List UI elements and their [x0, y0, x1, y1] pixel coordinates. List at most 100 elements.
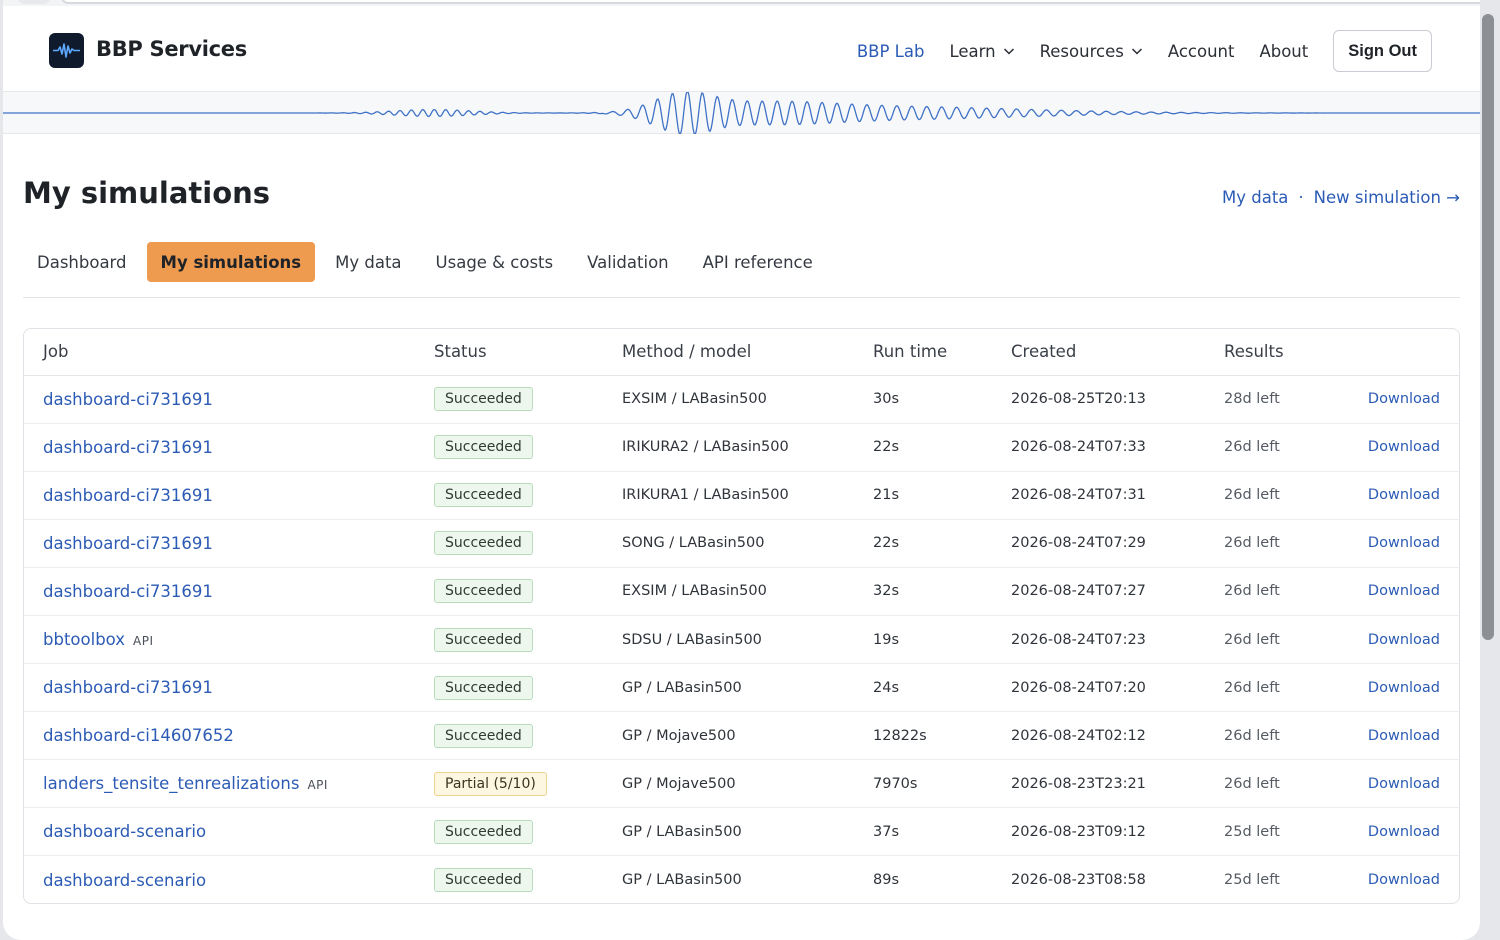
results-cell: 26d left [1224, 423, 1344, 472]
download-link[interactable]: Download [1368, 728, 1440, 744]
created-cell: 2026-08-24T07:31 [1011, 471, 1224, 520]
api-tag: API [307, 778, 328, 793]
job-link[interactable]: dashboard-scenario [43, 871, 206, 890]
job-link[interactable]: dashboard-ci731691 [43, 678, 213, 697]
nav-bbp-lab[interactable]: BBP Lab [857, 42, 925, 61]
run-time-cell: 21s [873, 471, 1011, 520]
method-model-cell: GP / Mojave500 [622, 759, 873, 809]
download-link[interactable]: Download [1368, 680, 1440, 696]
method-model-cell: IRIKURA1 / LABasin500 [622, 471, 873, 520]
job-link[interactable]: dashboard-ci731691 [43, 486, 213, 505]
my-data-link[interactable]: My data [1222, 188, 1288, 207]
job-link[interactable]: landers_tensite_tenrealizations [43, 774, 299, 793]
divider [23, 297, 1460, 298]
created-cell: 2026-08-23T08:58 [1011, 872, 1146, 889]
run-time-cell: 89s [873, 872, 900, 889]
status-badge: Succeeded [434, 675, 533, 700]
created-cell: 2026-08-24T07:20 [1011, 663, 1224, 713]
brand-name[interactable]: BBP Services [96, 37, 247, 61]
table-row[interactable]: dashboard-scenario Succeeded GP / LABasin5… [24, 856, 1459, 903]
nav-learn[interactable]: Learn [949, 42, 1014, 61]
download-link[interactable]: Download [1368, 487, 1440, 503]
table-row[interactable]: dashboard-scenario Succeeded GP / LABasin5… [24, 807, 1459, 857]
table-row[interactable]: bbtoolbox API Succeeded SDSU / LABasin500 19… [24, 615, 1459, 665]
chevron-down-icon [1131, 48, 1142, 55]
download-link[interactable]: Download [1368, 583, 1440, 599]
status-badge: Succeeded [434, 435, 533, 460]
column-header-method[interactable]: Method / model [622, 329, 873, 376]
main-nav: BBP Lab Learn Resources Account About Si… [832, 30, 1432, 72]
status-badge: Partial (5/10) [434, 771, 547, 796]
logo-icon[interactable] [49, 33, 84, 68]
created-cell: 2026-08-23T23:21 [1011, 759, 1224, 809]
job-link[interactable]: bbtoolbox [43, 630, 125, 649]
table-row[interactable]: dashboard-ci731691 Succeeded EXSIM / LABas… [24, 567, 1459, 616]
results-cell: 28d left [1224, 375, 1344, 424]
page-scrollbar[interactable] [1482, 14, 1494, 640]
table-row[interactable]: landers_tensite_tenrealizations API Partia… [24, 759, 1459, 809]
created-cell: 2026-08-24T02:12 [1011, 711, 1224, 761]
browser-button[interactable] [17, 0, 51, 4]
results-cell: 26d left [1224, 615, 1344, 665]
column-header-status[interactable]: Status [434, 329, 622, 376]
nav-label: Account [1167, 41, 1235, 61]
job-link[interactable]: dashboard-ci731691 [43, 438, 213, 457]
status-badge: Succeeded [434, 531, 533, 556]
results-cell: 25d left [1224, 872, 1280, 889]
download-link[interactable]: Download [1368, 872, 1440, 888]
results-cell: 26d left [1224, 663, 1344, 713]
chevron-down-icon [1003, 48, 1014, 55]
nav-label: About [1259, 41, 1309, 61]
nav-about[interactable]: About [1259, 42, 1308, 61]
table-row[interactable]: dashboard-ci14607652 Succeeded GP / Mojave… [24, 711, 1459, 761]
table-row[interactable]: dashboard-ci731691 Succeeded EXSIM / LABas… [24, 375, 1459, 424]
download-link[interactable]: Download [1368, 824, 1440, 840]
nav-account[interactable]: Account [1168, 42, 1235, 61]
tab-api-reference[interactable]: API reference [689, 242, 827, 282]
download-link[interactable]: Download [1368, 535, 1440, 551]
run-time-cell: 37s [873, 807, 1011, 857]
download-link[interactable]: Download [1368, 776, 1440, 792]
tab-dashboard[interactable]: Dashboard [23, 242, 141, 282]
job-link[interactable]: dashboard-ci731691 [43, 534, 213, 553]
column-header-created[interactable]: Created [1011, 329, 1224, 376]
job-link[interactable]: dashboard-scenario [43, 822, 206, 841]
created-cell: 2026-08-23T09:12 [1011, 807, 1224, 857]
table-row[interactable]: dashboard-ci731691 Succeeded IRIKURA2 / LA… [24, 423, 1459, 472]
seismogram-wave-icon [3, 90, 1480, 136]
nav-label: BBP Lab [856, 41, 925, 61]
results-cell: 26d left [1224, 567, 1344, 616]
method-model-cell: IRIKURA2 / LABasin500 [622, 423, 873, 472]
simulations-table: Job Status Method / model Run time Creat… [23, 328, 1460, 904]
page-title: My simulations [23, 176, 271, 210]
nav-resources[interactable]: Resources [1040, 42, 1143, 61]
sign-out-button[interactable]: Sign Out [1333, 30, 1432, 72]
tab-validation[interactable]: Validation [573, 242, 682, 282]
job-link[interactable]: dashboard-ci14607652 [43, 726, 234, 745]
column-header-run-time[interactable]: Run time [873, 329, 1011, 376]
table-row[interactable]: dashboard-ci731691 Succeeded IRIKURA1 / LA… [24, 471, 1459, 520]
address-bar[interactable] [61, 0, 1480, 4]
tab-my-data[interactable]: My data [321, 242, 415, 282]
download-link[interactable]: Download [1368, 391, 1440, 407]
run-time-cell: 19s [873, 615, 1011, 665]
results-cell: 25d left [1224, 807, 1344, 857]
download-link[interactable]: Download [1368, 439, 1440, 455]
download-link[interactable]: Download [1368, 632, 1440, 648]
link-separator: · [1298, 188, 1304, 207]
method-model-cell: EXSIM / LABasin500 [622, 567, 873, 616]
table-header-row: Job Status Method / model Run time Creat… [24, 329, 1459, 376]
nav-label: Learn [949, 41, 996, 61]
new-simulation-link[interactable]: New simulation → [1314, 188, 1460, 207]
tab-usage-costs[interactable]: Usage & costs [422, 242, 568, 282]
results-cell: 26d left [1224, 759, 1344, 809]
table-row[interactable]: dashboard-ci731691 Succeeded SONG / LABasi… [24, 519, 1459, 568]
job-link[interactable]: dashboard-ci731691 [43, 582, 213, 601]
created-cell: 2026-08-24T07:29 [1011, 519, 1224, 568]
tab-my-simulations[interactable]: My simulations [146, 242, 316, 282]
job-link[interactable]: dashboard-ci731691 [43, 390, 213, 409]
table-row[interactable]: dashboard-ci731691 Succeeded GP / LABasin5… [24, 663, 1459, 713]
run-time-cell: 12822s [873, 711, 1011, 761]
status-badge: Succeeded [434, 627, 533, 652]
column-header-job[interactable]: Job [24, 329, 434, 376]
